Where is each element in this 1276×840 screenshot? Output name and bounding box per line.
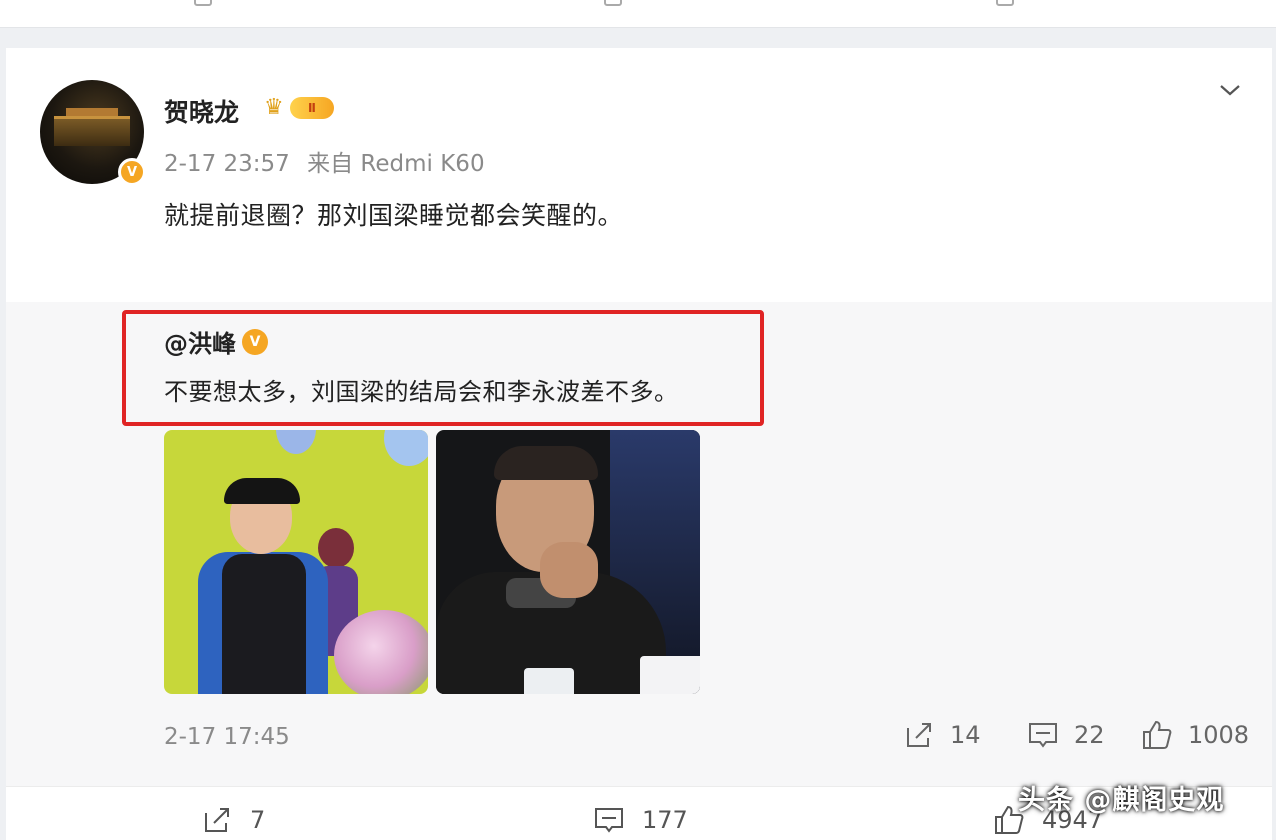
post-meta: 2-17 23:57 来自 Redmi K60 [164, 144, 485, 178]
post-text: 就提前退圈？那刘国梁睡觉都会笑醒的。 [164, 201, 624, 230]
comment-button[interactable]: 177 [592, 803, 688, 837]
comment-count: 22 [1074, 721, 1105, 749]
repost-timestamp[interactable]: 2-17 17:45 [164, 724, 290, 750]
crown-icon: ♛ [264, 95, 284, 120]
comment-icon [1029, 723, 1057, 748]
previous-post-strip [0, 0, 1276, 28]
reposted-content[interactable]: @洪峰 V 不要想太多，刘国梁的结局会和李永波差不多。 2-17 17:45 1… [6, 302, 1272, 786]
post-timestamp[interactable]: 2-17 23:57 [164, 151, 290, 177]
balloon-shape [384, 430, 428, 466]
repost-comment-button[interactable]: 22 [1026, 718, 1105, 752]
repost-image-1[interactable] [164, 430, 428, 694]
share-button[interactable]: 7 [200, 803, 265, 837]
chevron-down-icon[interactable] [1218, 78, 1242, 102]
post-username[interactable]: 贺晓龙 [164, 93, 239, 129]
comment-icon [595, 808, 623, 833]
avatar-image-building [54, 116, 130, 146]
verified-badge-icon: V [242, 328, 268, 355]
like-count: 1008 [1188, 721, 1250, 749]
thumbs-up-icon [1143, 720, 1172, 749]
repost-text: 不要想太多，刘国梁的结局会和李永波差不多。 [164, 378, 679, 406]
vip-level: Ⅱ [290, 97, 334, 119]
comment-icon[interactable] [604, 0, 622, 6]
verified-badge-icon: V [118, 158, 146, 186]
repost-like-button[interactable]: 1008 [1140, 718, 1249, 752]
cup [640, 656, 700, 694]
repost-image-2[interactable] [436, 430, 700, 694]
flower-bouquet [334, 610, 428, 694]
repost-share-button[interactable]: 14 [902, 718, 981, 752]
share-icon[interactable] [194, 0, 212, 6]
comment-count: 177 [642, 806, 688, 834]
balloon-shape [276, 430, 316, 454]
vip-badge[interactable]: ♛ Ⅱ [264, 96, 334, 120]
watermark: 头条 @麒阁史观 [1018, 785, 1225, 816]
like-icon[interactable] [996, 0, 1014, 6]
share-count: 14 [950, 721, 981, 749]
weibo-post-card: V 贺晓龙 ♛ Ⅱ 2-17 23:57 来自 Redmi K60 就提前退圈？… [6, 48, 1272, 840]
share-icon [907, 723, 931, 747]
repost-username[interactable]: @洪峰 [164, 324, 236, 359]
cup [524, 668, 574, 694]
repost-user: @洪峰 V [164, 324, 268, 359]
hand-on-chin [540, 542, 598, 598]
post-main: V 贺晓龙 ♛ Ⅱ 2-17 23:57 来自 Redmi K60 就提前退圈？… [6, 48, 1272, 302]
share-count: 7 [250, 806, 266, 834]
man-in-cap [192, 460, 332, 694]
post-source: 来自 Redmi K60 [307, 151, 485, 177]
share-icon [205, 808, 229, 832]
